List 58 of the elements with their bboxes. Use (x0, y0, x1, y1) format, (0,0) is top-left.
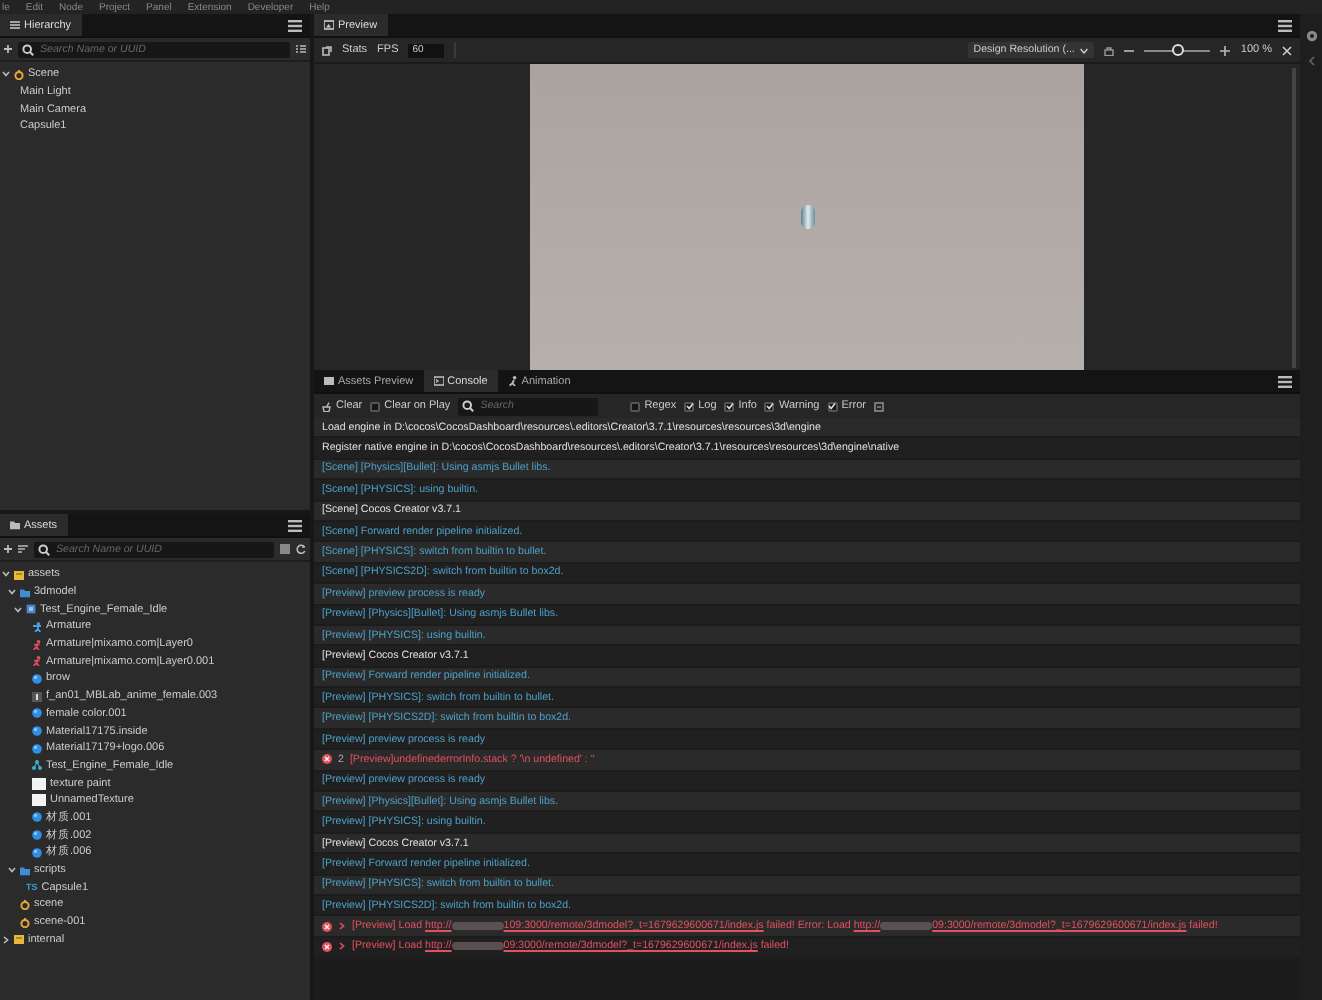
search-icon (22, 43, 36, 55)
redacted-block (451, 942, 504, 951)
mesh-icon (32, 691, 42, 702)
chevron-icon[interactable] (1, 570, 9, 579)
scene-icon (20, 917, 30, 928)
zoom-slider-thumb[interactable] (1171, 44, 1184, 56)
checkmark-icon (828, 402, 837, 410)
redacted-block (451, 922, 504, 931)
add-icon[interactable] (4, 544, 12, 554)
chevron-icon[interactable] (13, 605, 21, 614)
model-icon (26, 604, 36, 615)
chevron-icon[interactable] (7, 588, 15, 597)
search-icon (38, 543, 52, 555)
error-icon (322, 921, 332, 932)
folder-icon (20, 865, 30, 876)
menu-icon[interactable] (288, 19, 302, 31)
fit-screen-icon[interactable] (1282, 45, 1292, 55)
menu-icon[interactable] (1278, 375, 1292, 387)
collapse-icon[interactable] (296, 44, 306, 54)
sphere-icon (32, 673, 42, 684)
search-icon (462, 399, 477, 411)
chevron-icon[interactable] (7, 866, 15, 875)
refresh-icon[interactable] (296, 544, 306, 554)
caret-icon (1080, 47, 1089, 53)
running-figure-icon (32, 639, 42, 650)
running-figure-icon (32, 656, 42, 667)
scene-icon (14, 69, 24, 80)
copy-icon[interactable] (873, 401, 884, 411)
minus-icon[interactable] (1124, 45, 1135, 55)
image-icon (324, 376, 334, 386)
chevron-icon[interactable] (338, 942, 346, 951)
sort-icon[interactable] (18, 544, 28, 554)
folder-icon (14, 569, 24, 580)
folder-icon (20, 587, 30, 598)
scene-icon (20, 899, 30, 910)
plus-icon[interactable] (1220, 45, 1231, 55)
terminal-icon (433, 376, 444, 386)
folder-icon (14, 934, 24, 945)
menu-icon[interactable] (288, 519, 302, 531)
error-icon (322, 754, 332, 765)
capsule-drawing (799, 204, 815, 230)
running-figure-icon (507, 376, 518, 386)
lock-icon[interactable] (1104, 45, 1115, 55)
checkmark-icon (725, 402, 734, 410)
chevron-icon[interactable] (1, 70, 9, 79)
chevron-icon[interactable] (1, 935, 9, 944)
add-icon[interactable] (4, 44, 12, 54)
redacted-block (880, 922, 933, 931)
nodes-icon (32, 760, 42, 771)
folder-icon (10, 520, 20, 530)
checkmark-icon (685, 402, 694, 410)
menu-icon[interactable] (1278, 19, 1292, 31)
figure-icon (32, 621, 42, 632)
checkmark-icon (765, 402, 774, 410)
image-icon (324, 20, 334, 30)
error-icon (322, 941, 332, 952)
chevron-icon[interactable] (338, 922, 346, 931)
list-icon (10, 20, 20, 30)
